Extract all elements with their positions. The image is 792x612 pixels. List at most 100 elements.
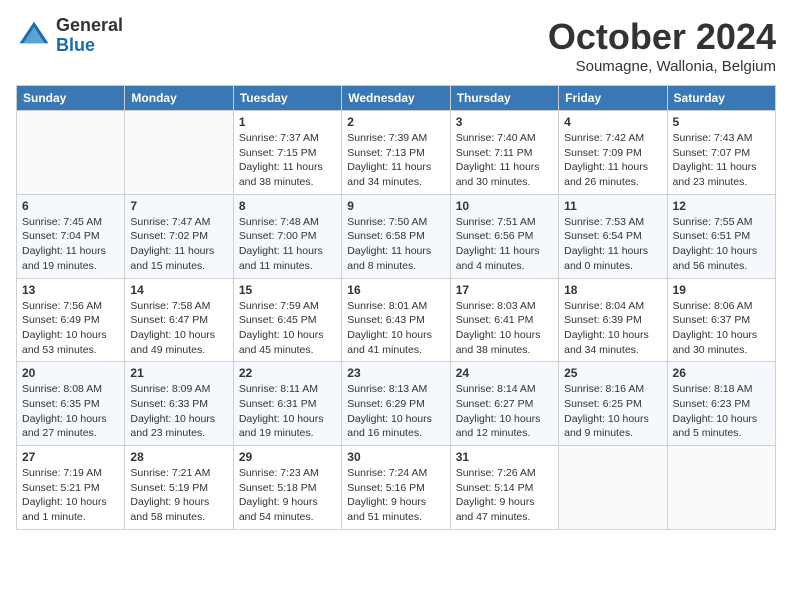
day-info: Sunrise: 7:37 AM Sunset: 7:15 PM Dayligh… (239, 131, 336, 190)
day-info: Sunrise: 7:43 AM Sunset: 7:07 PM Dayligh… (673, 131, 770, 190)
day-info: Sunrise: 7:24 AM Sunset: 5:16 PM Dayligh… (347, 466, 444, 525)
calendar-cell: 17Sunrise: 8:03 AM Sunset: 6:41 PM Dayli… (450, 278, 558, 362)
day-info: Sunrise: 8:01 AM Sunset: 6:43 PM Dayligh… (347, 299, 444, 358)
day-info: Sunrise: 7:47 AM Sunset: 7:02 PM Dayligh… (130, 215, 227, 274)
calendar-cell (667, 446, 775, 530)
day-number: 8 (239, 199, 336, 213)
day-number: 21 (130, 366, 227, 380)
day-number: 13 (22, 283, 119, 297)
calendar-cell: 22Sunrise: 8:11 AM Sunset: 6:31 PM Dayli… (233, 362, 341, 446)
day-number: 29 (239, 450, 336, 464)
calendar-week-row: 6 Sunrise: 7:45 AM Sunset: 7:04 PM Daylig… (17, 194, 776, 278)
weekday-header: Monday (125, 86, 233, 111)
day-info: Sunrise: 8:18 AM Sunset: 6:23 PM Dayligh… (673, 382, 770, 441)
calendar-cell: 24Sunrise: 8:14 AM Sunset: 6:27 PM Dayli… (450, 362, 558, 446)
day-info: Sunrise: 7:48 AM Sunset: 7:00 PM Dayligh… (239, 215, 336, 274)
logo-general: General (56, 16, 123, 36)
day-info: Sunrise: 8:08 AM Sunset: 6:35 PM Dayligh… (22, 382, 119, 441)
day-info: Sunrise: 7:40 AM Sunset: 7:11 PM Dayligh… (456, 131, 553, 190)
day-number: 17 (456, 283, 553, 297)
day-info: Sunrise: 8:04 AM Sunset: 6:39 PM Dayligh… (564, 299, 661, 358)
weekday-header: Thursday (450, 86, 558, 111)
day-number: 16 (347, 283, 444, 297)
calendar-week-row: 20 Sunrise: 8:08 AM Sunset: 6:35 PM Dayli… (17, 362, 776, 446)
day-info: Sunrise: 7:59 AM Sunset: 6:45 PM Dayligh… (239, 299, 336, 358)
logo-text: General Blue (56, 16, 123, 56)
calendar-cell: 25 Sunrise: 8:16 AM Sunset: 6:25 PM Dayli… (559, 362, 667, 446)
day-info: Sunrise: 8:13 AM Sunset: 6:29 PM Dayligh… (347, 382, 444, 441)
calendar-cell: 12Sunrise: 7:55 AM Sunset: 6:51 PM Dayli… (667, 194, 775, 278)
weekday-header: Friday (559, 86, 667, 111)
calendar-cell (17, 111, 125, 195)
calendar-cell: 5 Sunrise: 7:43 AM Sunset: 7:07 PM Daylig… (667, 111, 775, 195)
day-number: 22 (239, 366, 336, 380)
calendar-cell: 23Sunrise: 8:13 AM Sunset: 6:29 PM Dayli… (342, 362, 450, 446)
day-number: 2 (347, 115, 444, 129)
calendar-week-row: 27 Sunrise: 7:19 AM Sunset: 5:21 PM Dayli… (17, 446, 776, 530)
day-number: 6 (22, 199, 119, 213)
day-info: Sunrise: 7:26 AM Sunset: 5:14 PM Dayligh… (456, 466, 553, 525)
logo-icon (16, 18, 52, 54)
day-info: Sunrise: 7:56 AM Sunset: 6:49 PM Dayligh… (22, 299, 119, 358)
calendar-cell: 7 Sunrise: 7:47 AM Sunset: 7:02 PM Daylig… (125, 194, 233, 278)
location: Soumagne, Wallonia, Belgium (548, 58, 776, 75)
day-number: 11 (564, 199, 661, 213)
day-number: 14 (130, 283, 227, 297)
day-number: 25 (564, 366, 661, 380)
day-number: 9 (347, 199, 444, 213)
calendar-cell: 8 Sunrise: 7:48 AM Sunset: 7:00 PM Daylig… (233, 194, 341, 278)
day-number: 27 (22, 450, 119, 464)
day-number: 3 (456, 115, 553, 129)
day-info: Sunrise: 7:53 AM Sunset: 6:54 PM Dayligh… (564, 215, 661, 274)
day-number: 28 (130, 450, 227, 464)
weekday-header: Tuesday (233, 86, 341, 111)
day-number: 30 (347, 450, 444, 464)
calendar-cell: 26 Sunrise: 8:18 AM Sunset: 6:23 PM Dayli… (667, 362, 775, 446)
calendar-cell: 11 Sunrise: 7:53 AM Sunset: 6:54 PM Dayli… (559, 194, 667, 278)
calendar-week-row: 1Sunrise: 7:37 AM Sunset: 7:15 PM Daylig… (17, 111, 776, 195)
day-number: 26 (673, 366, 770, 380)
calendar-cell: 1Sunrise: 7:37 AM Sunset: 7:15 PM Daylig… (233, 111, 341, 195)
day-number: 7 (130, 199, 227, 213)
day-number: 18 (564, 283, 661, 297)
page-header: General Blue October 2024 Soumagne, Wall… (16, 16, 776, 75)
calendar-cell: 20 Sunrise: 8:08 AM Sunset: 6:35 PM Dayli… (17, 362, 125, 446)
day-info: Sunrise: 8:09 AM Sunset: 6:33 PM Dayligh… (130, 382, 227, 441)
logo: General Blue (16, 16, 123, 56)
day-number: 12 (673, 199, 770, 213)
day-info: Sunrise: 8:06 AM Sunset: 6:37 PM Dayligh… (673, 299, 770, 358)
weekday-header: Wednesday (342, 86, 450, 111)
day-number: 5 (673, 115, 770, 129)
day-info: Sunrise: 7:42 AM Sunset: 7:09 PM Dayligh… (564, 131, 661, 190)
day-number: 4 (564, 115, 661, 129)
day-info: Sunrise: 8:14 AM Sunset: 6:27 PM Dayligh… (456, 382, 553, 441)
calendar-cell: 27 Sunrise: 7:19 AM Sunset: 5:21 PM Dayli… (17, 446, 125, 530)
calendar-cell: 29Sunrise: 7:23 AM Sunset: 5:18 PM Dayli… (233, 446, 341, 530)
calendar-cell: 15Sunrise: 7:59 AM Sunset: 6:45 PM Dayli… (233, 278, 341, 362)
day-info: Sunrise: 7:51 AM Sunset: 6:56 PM Dayligh… (456, 215, 553, 274)
day-info: Sunrise: 7:45 AM Sunset: 7:04 PM Dayligh… (22, 215, 119, 274)
day-info: Sunrise: 8:16 AM Sunset: 6:25 PM Dayligh… (564, 382, 661, 441)
weekday-header: Sunday (17, 86, 125, 111)
calendar-cell: 31 Sunrise: 7:26 AM Sunset: 5:14 PM Dayli… (450, 446, 558, 530)
calendar-cell: 16 Sunrise: 8:01 AM Sunset: 6:43 PM Dayli… (342, 278, 450, 362)
day-info: Sunrise: 7:50 AM Sunset: 6:58 PM Dayligh… (347, 215, 444, 274)
calendar-cell: 3 Sunrise: 7:40 AM Sunset: 7:11 PM Daylig… (450, 111, 558, 195)
day-info: Sunrise: 7:58 AM Sunset: 6:47 PM Dayligh… (130, 299, 227, 358)
day-info: Sunrise: 7:21 AM Sunset: 5:19 PM Dayligh… (130, 466, 227, 525)
calendar-cell (559, 446, 667, 530)
calendar-cell: 21 Sunrise: 8:09 AM Sunset: 6:33 PM Dayli… (125, 362, 233, 446)
title-section: October 2024 Soumagne, Wallonia, Belgium (548, 16, 776, 75)
day-number: 31 (456, 450, 553, 464)
day-info: Sunrise: 7:19 AM Sunset: 5:21 PM Dayligh… (22, 466, 119, 525)
calendar-cell: 10 Sunrise: 7:51 AM Sunset: 6:56 PM Dayli… (450, 194, 558, 278)
day-number: 20 (22, 366, 119, 380)
calendar-cell (125, 111, 233, 195)
weekday-header: Saturday (667, 86, 775, 111)
calendar-cell: 18 Sunrise: 8:04 AM Sunset: 6:39 PM Dayli… (559, 278, 667, 362)
weekday-header-row: SundayMondayTuesdayWednesdayThursdayFrid… (17, 86, 776, 111)
calendar-cell: 19Sunrise: 8:06 AM Sunset: 6:37 PM Dayli… (667, 278, 775, 362)
calendar-table: SundayMondayTuesdayWednesdayThursdayFrid… (16, 85, 776, 530)
logo-blue: Blue (56, 36, 123, 56)
day-number: 10 (456, 199, 553, 213)
